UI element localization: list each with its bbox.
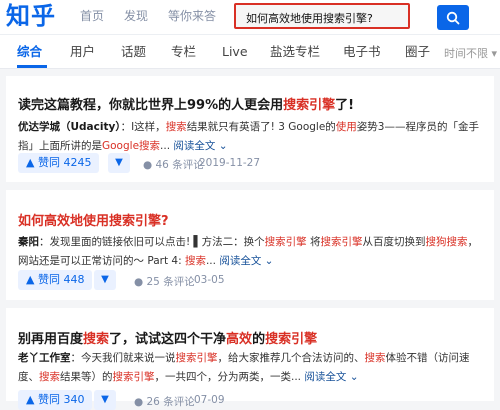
active-tab-indicator <box>17 65 47 68</box>
search-result-card: 别再用百度搜索了，试试这四个干净高效的搜索引擎 老丫工作室：今天我们就来说一说搜… <box>6 308 494 410</box>
tab-users[interactable]: 用户 <box>70 44 95 59</box>
read-more-link[interactable]: 阅读全文 <box>219 255 261 267</box>
upvote-count: 赞同 340 <box>37 393 85 406</box>
tab-salt-columns[interactable]: 盐选专栏 <box>270 44 320 59</box>
result-title[interactable]: 如何高效地使用搜索引擎? <box>18 210 169 229</box>
read-more-link[interactable]: 阅读全文 <box>304 371 346 383</box>
comments-link[interactable]: ● 46 条评论 <box>143 157 204 172</box>
upvote-button[interactable]: ▲ 赞同 448 <box>18 270 93 290</box>
zhihu-logo[interactable]: 知乎 <box>6 1 56 31</box>
divider <box>0 300 500 308</box>
upvote-button[interactable]: ▲ 赞同 340 <box>18 390 93 410</box>
result-date: 03-05 <box>194 274 225 286</box>
downvote-icon: ▼ <box>101 394 109 405</box>
top-header: 知乎 首页 发现 等你来答 如何高效地使用搜索引擎? <box>0 0 500 35</box>
search-result-card: 如何高效地使用搜索引擎? 秦阳：发现里面的链接依旧可以点击! ▌方法二：换个搜索… <box>6 190 494 300</box>
result-title[interactable]: 别再用百度搜索了，试试这四个干净高效的搜索引擎 <box>18 328 317 347</box>
result-date: 2019-11-27 <box>199 157 261 169</box>
upvote-button[interactable]: ▲ 赞同 4245 <box>18 153 100 173</box>
search-result-card: 读完这篇教程，你就比世界上99%的人更会用搜索引擎了! 优达学城（Udacity… <box>6 76 494 182</box>
comment-count: 25 条评论 <box>146 276 195 288</box>
tab-ebooks[interactable]: 电子书 <box>343 44 381 59</box>
time-filter-label: 时间不限 <box>444 47 488 60</box>
tab-topics[interactable]: 话题 <box>121 44 146 59</box>
nav-home[interactable]: 首页 <box>80 9 104 23</box>
tab-circles[interactable]: 圈子 <box>405 44 430 59</box>
result-title[interactable]: 读完这篇教程，你就比世界上99%的人更会用搜索引擎了! <box>18 94 354 113</box>
tab-columns[interactable]: 专栏 <box>171 44 196 59</box>
nav-waiting-answers[interactable]: 等你来答 <box>168 9 216 23</box>
upvote-icon: ▲ <box>26 156 38 169</box>
comments-link[interactable]: ● 26 条评论 <box>134 394 195 409</box>
result-excerpt[interactable]: 秦阳：发现里面的链接依旧可以点击! ▌方法二：换个搜索引擎 将搜索引擎从百度切换… <box>18 233 488 271</box>
comment-icon: ● <box>134 276 147 288</box>
upvote-count: 赞同 448 <box>37 273 85 286</box>
read-more-link[interactable]: 阅读全文 <box>173 140 215 152</box>
result-excerpt[interactable]: 老丫工作室：今天我们就来说一说搜索引擎，给大家推荐几个合法访问的、搜索体验不错（… <box>18 349 488 387</box>
result-excerpt[interactable]: 优达学城（Udacity）：I这样，搜索结果就只有英语了! 3 Google的使… <box>18 118 488 156</box>
chevron-down-icon: ⌄ <box>261 255 274 267</box>
time-filter-dropdown[interactable]: 时间不限 ▾ <box>444 46 497 61</box>
comment-count: 26 条评论 <box>146 396 195 408</box>
downvote-button[interactable]: ▼ <box>94 390 116 410</box>
upvote-count: 赞同 4245 <box>37 156 92 169</box>
downvote-button[interactable]: ▼ <box>94 270 116 290</box>
result-author[interactable]: 老丫工作室 <box>18 352 71 364</box>
downvote-icon: ▼ <box>101 274 109 285</box>
search-input[interactable]: 如何高效地使用搜索引擎? <box>234 3 410 29</box>
nav-discover[interactable]: 发现 <box>124 9 148 23</box>
result-author[interactable]: 优达学城（Udacity） <box>18 121 121 133</box>
downvote-button[interactable]: ▼ <box>108 153 130 173</box>
upvote-icon: ▲ <box>26 393 38 406</box>
chevron-down-icon: ▾ <box>488 47 498 60</box>
comment-icon: ● <box>143 159 156 171</box>
tab-live[interactable]: Live <box>222 44 248 59</box>
comments-link[interactable]: ● 25 条评论 <box>134 274 195 289</box>
search-button[interactable] <box>437 5 469 30</box>
comment-count: 46 条评论 <box>155 159 204 171</box>
result-author[interactable]: 秦阳 <box>18 236 39 248</box>
tab-comprehensive[interactable]: 综合 <box>17 44 42 59</box>
chevron-down-icon: ⌄ <box>215 140 228 152</box>
comment-icon: ● <box>134 396 147 408</box>
search-tabs: 综合 用户 话题 专栏 Live 盐选专栏 电子书 圈子 时间不限 ▾ <box>0 35 500 69</box>
result-date: 07-09 <box>194 394 225 406</box>
search-input-value[interactable]: 如何高效地使用搜索引擎? <box>246 10 373 26</box>
chevron-down-icon: ⌄ <box>346 371 359 383</box>
upvote-icon: ▲ <box>26 273 38 286</box>
search-icon <box>446 11 460 25</box>
downvote-icon: ▼ <box>115 157 123 168</box>
divider <box>0 182 500 190</box>
